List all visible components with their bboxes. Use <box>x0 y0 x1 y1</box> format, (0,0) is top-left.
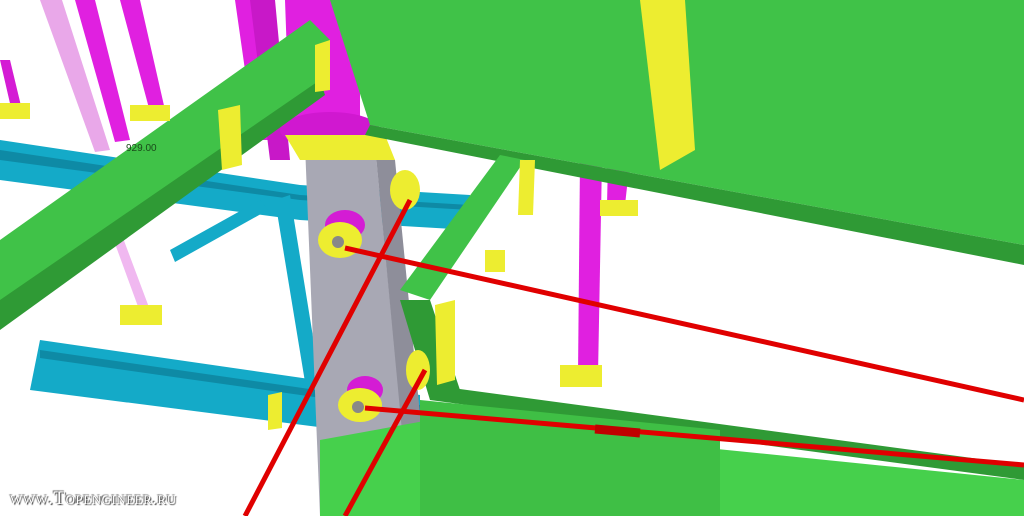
cad-3d-viewport[interactable]: 929.00 www.Topengineer.ru <box>0 0 1024 516</box>
structure-model <box>0 0 1024 516</box>
watermark: www.Topengineer.ru <box>10 488 177 509</box>
dimension-label: 929.00 <box>126 143 157 154</box>
